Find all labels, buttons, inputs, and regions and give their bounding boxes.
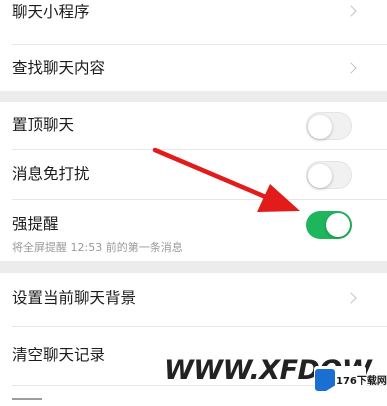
find-chat-content-row[interactable]: 查找聊天内容: [0, 45, 387, 91]
site-logo: 176下载网: [314, 366, 387, 394]
find-chat-content-label: 查找聊天内容: [12, 59, 106, 77]
mute-notifications-row: 消息免打扰: [0, 150, 387, 198]
logo-badge-icon: [315, 369, 335, 391]
clear-chat-history-label: 清空聊天记录: [12, 346, 106, 364]
chat-background-label: 设置当前聊天背景: [12, 289, 137, 307]
mini-programs-row[interactable]: 聊天小程序: [0, 0, 387, 25]
chat-background-row[interactable]: 设置当前聊天背景: [0, 273, 387, 323]
toggle-knob: [308, 115, 332, 139]
pin-chat-toggle[interactable]: [306, 112, 352, 140]
mini-programs-label: 聊天小程序: [12, 3, 90, 21]
strong-reminder-description: 将全屏提醒 12:53 前的第一条消息: [12, 241, 183, 254]
chevron-right-icon: [345, 292, 357, 304]
toggle-knob: [308, 164, 332, 188]
strong-reminder-label: 强提醒: [12, 215, 59, 233]
mute-notifications-label: 消息免打扰: [12, 165, 90, 183]
pin-chat-row: 置顶聊天: [0, 102, 387, 148]
mute-notifications-toggle[interactable]: [306, 161, 352, 189]
strong-reminder-row: 强提醒 将全屏提醒 12:53 前的第一条消息: [0, 200, 387, 261]
toggle-knob: [326, 213, 350, 237]
settings-group-top: 聊天小程序 查找聊天内容: [0, 0, 387, 91]
partial-next-row: [12, 398, 42, 406]
chevron-right-icon: [345, 5, 357, 17]
settings-group-toggles: 置顶聊天 消息免打扰 强提醒 将全屏提醒 12:53 前的第一条消息: [0, 102, 387, 261]
logo-text: 176下载网: [336, 376, 387, 387]
pin-chat-label: 置顶聊天: [12, 116, 75, 134]
strong-reminder-toggle[interactable]: [306, 211, 352, 239]
chevron-right-icon: [345, 62, 357, 74]
